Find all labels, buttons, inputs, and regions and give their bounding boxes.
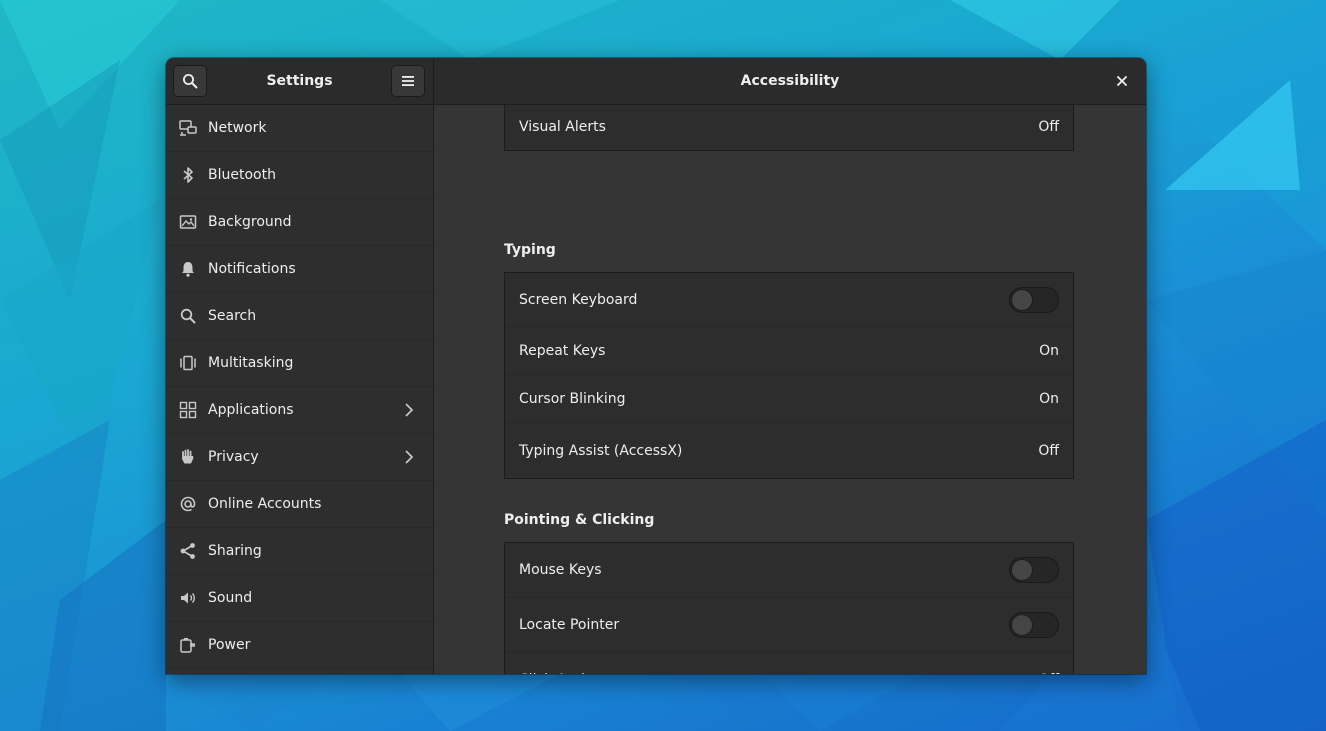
row-label: Locate Pointer: [519, 617, 620, 633]
sidebar-item-sound[interactable]: Sound: [166, 575, 433, 622]
sidebar-item-label: Network: [208, 120, 267, 136]
sidebar-item-background[interactable]: Background: [166, 199, 433, 246]
chevron-right-icon: [405, 403, 414, 417]
sidebar-item-label: Notifications: [208, 261, 296, 277]
network-icon: [179, 120, 197, 136]
sidebar-item-label: Bluetooth: [208, 167, 276, 183]
sidebar-item-label: Background: [208, 214, 292, 230]
close-icon: [1117, 76, 1127, 86]
sidebar-item-label: Multitasking: [208, 355, 294, 371]
mouse-keys-row[interactable]: Mouse Keys: [505, 543, 1073, 598]
share-icon: [180, 543, 195, 559]
row-label: Cursor Blinking: [519, 390, 626, 407]
at-icon: [180, 496, 196, 512]
sidebar-item-power[interactable]: Power: [166, 622, 433, 669]
seeing-settings-frame: Visual Alerts Off: [504, 105, 1074, 151]
row-value: Off: [1038, 442, 1059, 459]
search-icon: [180, 308, 196, 324]
sidebar-item-applications[interactable]: Applications: [166, 387, 433, 434]
header-bar: Settings Accessibility: [166, 58, 1146, 105]
click-assist-row[interactable]: Click Assist Off: [505, 653, 1073, 674]
applications-icon: [179, 401, 197, 419]
sidebar-item-label: Search: [208, 308, 257, 324]
sidebar-item-label: Power: [208, 637, 251, 653]
row-value: On: [1039, 342, 1059, 359]
sidebar-item-label: Sharing: [208, 543, 262, 559]
sidebar-item-bluetooth[interactable]: Bluetooth: [166, 152, 433, 199]
row-label: Screen Keyboard: [519, 291, 638, 308]
sidebar-item-label: Applications: [208, 402, 294, 418]
typing-section-title: Typing: [504, 242, 556, 258]
typing-settings-frame: Screen Keyboard Repeat Keys On Cursor Bl…: [504, 272, 1074, 479]
settings-window: Settings Accessibility Network Bluetooth…: [166, 58, 1146, 674]
sidebar-item-notifications[interactable]: Notifications: [166, 246, 433, 293]
page-title: Accessibility: [740, 73, 840, 89]
sidebar-item-privacy[interactable]: Privacy: [166, 434, 433, 481]
sidebar-header: Settings: [166, 58, 434, 104]
sidebar-item-sharing[interactable]: Sharing: [166, 528, 433, 575]
power-plug-icon: [180, 638, 195, 653]
cursor-blinking-row[interactable]: Cursor Blinking On: [505, 375, 1073, 423]
screen-keyboard-switch[interactable]: [1009, 287, 1059, 313]
repeat-keys-row[interactable]: Repeat Keys On: [505, 327, 1073, 375]
sidebar-item-label: Online Accounts: [208, 496, 322, 512]
pointing-settings-frame: Mouse Keys Locate Pointer Click Assist O…: [504, 542, 1074, 674]
sidebar-item-label: Sound: [208, 590, 253, 606]
hamburger-menu-icon: [402, 76, 414, 86]
screen-keyboard-row[interactable]: Screen Keyboard: [505, 273, 1073, 327]
chevron-right-icon: [405, 450, 414, 464]
switch-knob: [1011, 289, 1033, 311]
sidebar: Network Bluetooth Background Notificatio…: [166, 105, 434, 674]
sidebar-item-search[interactable]: Search: [166, 293, 433, 340]
row-label: Repeat Keys: [519, 342, 606, 359]
row-label: Typing Assist (AccessX): [519, 442, 683, 459]
switch-knob: [1011, 559, 1033, 581]
row-value: On: [1039, 390, 1059, 407]
sidebar-item-network[interactable]: Network: [166, 105, 433, 152]
row-label: Mouse Keys: [519, 562, 602, 578]
background-icon: [179, 215, 197, 229]
sidebar-item-multitasking[interactable]: Multitasking: [166, 340, 433, 387]
accessibility-panel: Visual Alerts Off Typing Screen Keyboard…: [434, 105, 1146, 674]
row-label: Visual Alerts: [519, 119, 606, 135]
row-label: Click Assist: [519, 653, 598, 674]
pointing-section-title: Pointing & Clicking: [504, 512, 655, 528]
sidebar-item-online-accounts[interactable]: Online Accounts: [166, 481, 433, 528]
bluetooth-icon: [183, 167, 193, 183]
speaker-icon: [181, 592, 195, 604]
main-menu-button[interactable]: [391, 65, 425, 97]
row-value: Off: [1038, 119, 1059, 135]
hand-icon: [182, 449, 194, 464]
multitasking-icon: [180, 355, 196, 371]
typing-assist-row[interactable]: Typing Assist (AccessX) Off: [505, 423, 1073, 478]
visual-alerts-row[interactable]: Visual Alerts Off: [505, 105, 1073, 150]
locate-pointer-switch[interactable]: [1009, 612, 1059, 638]
mouse-keys-switch[interactable]: [1009, 557, 1059, 583]
close-button[interactable]: [1110, 69, 1134, 93]
row-value: Off: [1038, 653, 1059, 674]
switch-knob: [1011, 614, 1033, 636]
locate-pointer-row[interactable]: Locate Pointer: [505, 598, 1073, 653]
sidebar-item-label: Privacy: [208, 449, 259, 465]
bell-icon: [182, 262, 194, 277]
